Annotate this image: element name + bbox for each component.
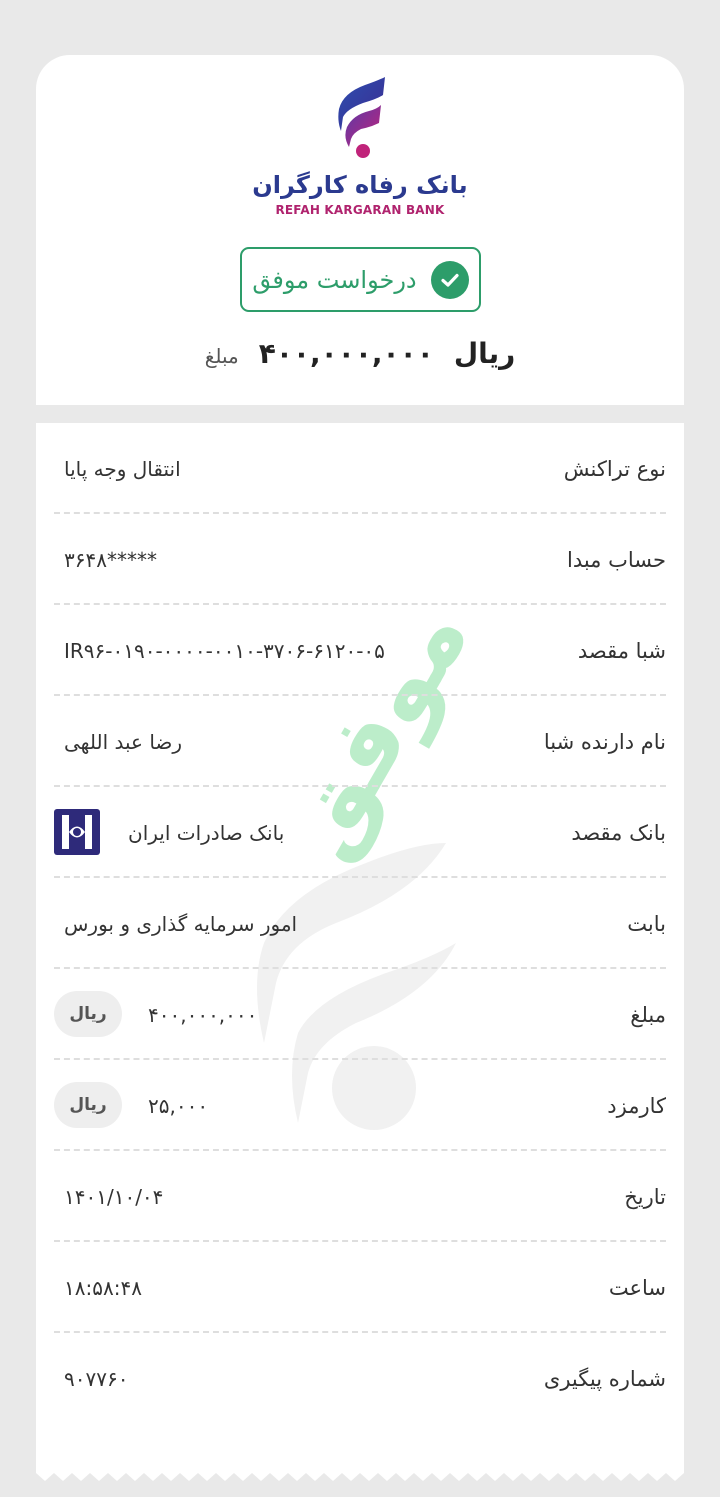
detail-row-dest-bank: بانک مقصد بانک صادرات ایران <box>36 787 684 878</box>
detail-value: ۱۴۰۱/۱۰/۰۴ <box>64 1184 164 1209</box>
bank-saderat-logo-icon <box>54 809 100 855</box>
detail-row-fee: کارمزد ۲۵,۰۰۰ ریال <box>36 1060 684 1151</box>
detail-value: ۴۰۰,۰۰۰,۰۰۰ <box>148 1002 258 1027</box>
detail-value: امور سرمایه گذاری و بورس <box>64 911 298 936</box>
detail-value: رضا عبد اللهی <box>64 729 183 754</box>
detail-label: ساعت <box>608 1275 666 1300</box>
detail-value: ۲۵,۰۰۰ <box>148 1093 209 1118</box>
receipt-details: موفق نوع تراکنش انتقال وجه پایا حساب مبد… <box>36 423 684 1473</box>
detail-row-purpose: بابت امور سرمایه گذاری و بورس <box>36 878 684 969</box>
detail-label: کارمزد <box>607 1093 666 1118</box>
bank-name-en: REFAH KARGARAN BANK <box>275 203 445 217</box>
detail-value: بانک صادرات ایران <box>128 820 285 845</box>
detail-label: بانک مقصد <box>571 820 666 845</box>
bank-logo: بانک رفاه کارگران REFAH KARGARAN BANK <box>250 73 470 223</box>
detail-value: IR۹۶-۰۱۹۰-۰۰۰۰-۰۰۱۰-۳۷۰۶-۶۱۲۰-۰۵ <box>64 638 385 663</box>
detail-label: حساب مبدا <box>566 547 666 572</box>
status-badge: درخواست موفق <box>240 247 481 312</box>
currency-badge: ریال <box>54 1082 122 1128</box>
amount-summary: مبلغ ۴۰۰,۰۰۰,۰۰۰ ریال <box>36 337 684 370</box>
detail-row-holder-name: نام دارنده شبا رضا عبد اللهی <box>36 696 684 787</box>
detail-label: شبا مقصد <box>577 638 666 663</box>
detail-label: نوع تراکنش <box>563 456 666 481</box>
detail-row-dest-sheba: شبا مقصد IR۹۶-۰۱۹۰-۰۰۰۰-۰۰۱۰-۳۷۰۶-۶۱۲۰-۰… <box>36 605 684 696</box>
detail-value: انتقال وجه پایا <box>64 456 181 481</box>
amount-label: مبلغ <box>204 344 239 368</box>
receipt-zigzag-edge <box>36 1463 684 1481</box>
detail-label: تاریخ <box>624 1184 666 1209</box>
detail-label: بابت <box>627 911 666 936</box>
status-text: درخواست موفق <box>252 265 417 294</box>
detail-value: ۹۰۷۷۶۰ <box>64 1366 129 1391</box>
refah-logo-icon <box>338 77 385 158</box>
detail-label: شماره پیگیری <box>543 1366 666 1391</box>
detail-row-type: نوع تراکنش انتقال وجه پایا <box>36 423 684 514</box>
amount-value: ۴۰۰,۰۰۰,۰۰۰ <box>258 337 434 370</box>
bank-name-fa: بانک رفاه کارگران <box>252 171 468 199</box>
currency-badge: ریال <box>54 991 122 1037</box>
detail-row-time: ساعت ۱۸:۵۸:۴۸ <box>36 1242 684 1333</box>
detail-row-amount: مبلغ ۴۰۰,۰۰۰,۰۰۰ ریال <box>36 969 684 1060</box>
detail-row-date: تاریخ ۱۴۰۱/۱۰/۰۴ <box>36 1151 684 1242</box>
detail-row-tracking: شماره پیگیری ۹۰۷۷۶۰ <box>36 1333 684 1424</box>
detail-label: نام دارنده شبا <box>543 729 666 754</box>
detail-label: مبلغ <box>630 1002 666 1027</box>
detail-row-source-account: حساب مبدا *****۳۶۴۸ <box>36 514 684 605</box>
detail-value: ۱۸:۵۸:۴۸ <box>64 1275 142 1300</box>
detail-value: *****۳۶۴۸ <box>64 547 157 572</box>
check-circle-icon <box>430 260 469 299</box>
receipt-header: بانک رفاه کارگران REFAH KARGARAN BANK در… <box>36 55 684 405</box>
amount-currency: ریال <box>453 337 516 370</box>
